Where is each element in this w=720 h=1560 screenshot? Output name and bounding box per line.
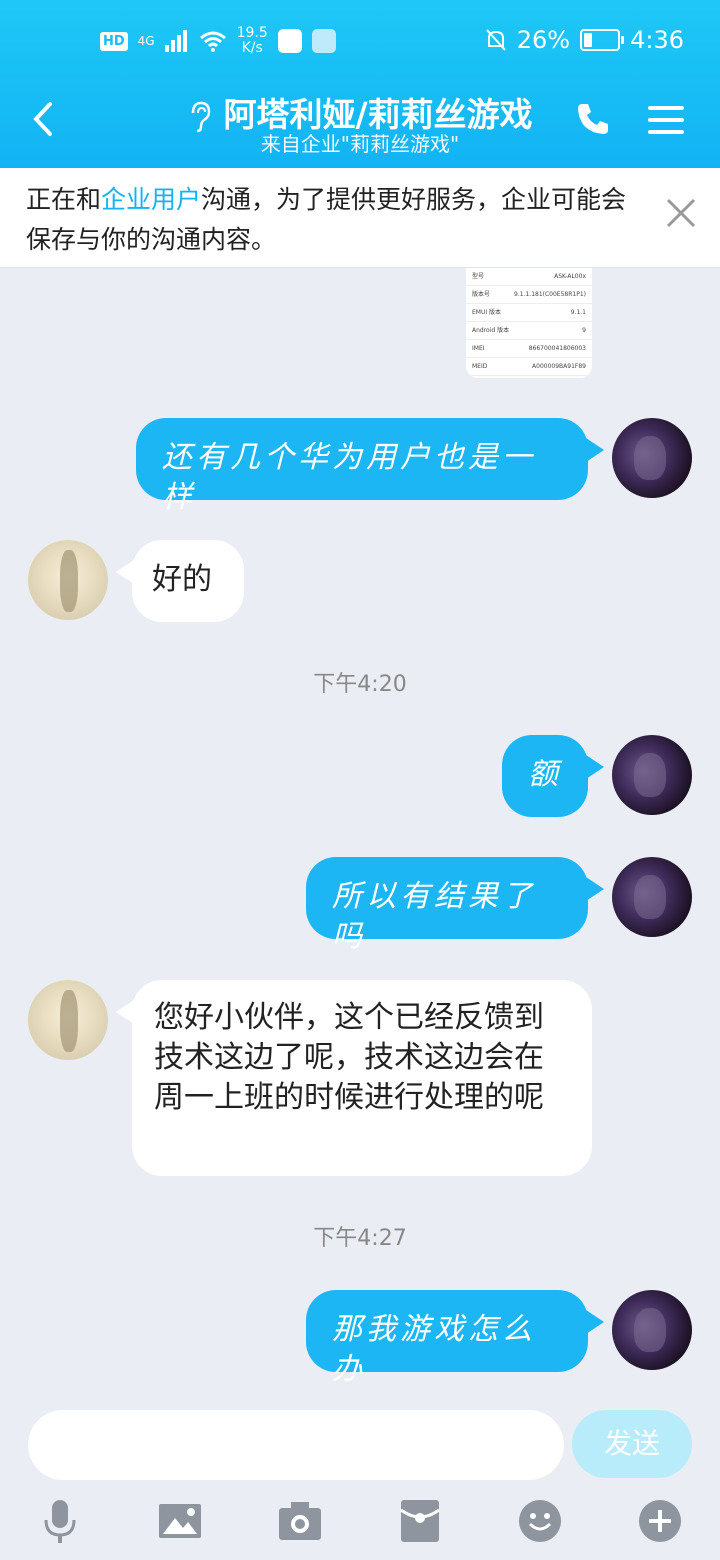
speed-value: 19.5 (236, 25, 268, 41)
enterprise-notice: 正在和企业用户沟通，为了提供更好服务，企业可能会保存与你的沟通内容。 (0, 168, 720, 268)
preview-row: MEID A000009BA91F89 (466, 358, 592, 376)
preview-value: 866700041806003 (528, 345, 586, 352)
preview-key: EMUI 版本 (472, 309, 502, 316)
my-avatar[interactable] (612, 857, 692, 937)
hd-badge: HD (100, 31, 128, 51)
bubble-tail (586, 877, 604, 901)
mute-bell-icon (486, 29, 506, 51)
chat-subtitle: 来自企业"莉莉丝游戏" (260, 132, 460, 156)
bubble-tail (586, 1310, 604, 1334)
battery-percent: 26% (516, 26, 571, 54)
preview-key: 型号 (472, 273, 485, 280)
microphone-icon[interactable] (37, 1498, 83, 1544)
emoji-icon[interactable] (517, 1498, 563, 1544)
red-packet-icon[interactable] (397, 1498, 443, 1544)
preview-row: IMEI 866700041806003 (466, 340, 592, 358)
image-icon[interactable] (157, 1498, 203, 1544)
my-avatar[interactable] (612, 735, 692, 815)
send-button[interactable]: 发送 (572, 1410, 692, 1478)
message-text: 那我游戏怎么办 (332, 1312, 536, 1387)
wifi-icon (199, 31, 226, 52)
message-input[interactable] (28, 1410, 564, 1480)
preview-value: ASK-AL00x (554, 273, 586, 280)
message-bubble-received[interactable]: 好的 (132, 540, 244, 622)
plus-icon[interactable] (637, 1498, 683, 1544)
camera-icon[interactable] (277, 1498, 323, 1544)
message-bubble-sent[interactable]: 所以有结果了吗 (306, 857, 588, 954)
preview-value: 9.1.1 (570, 309, 586, 316)
preview-value: A000009BA91F89 (532, 363, 586, 370)
notification-app-icon (277, 29, 302, 53)
bubble-tail (586, 755, 604, 779)
message-bubble-received[interactable]: 您好小伙伴，这个已经反馈到技术这边了呢，技术这边会在周一上班的时候进行处理的呢 (132, 980, 592, 1176)
message-bubble-sent[interactable]: 额 (502, 735, 588, 817)
preview-value: 9.1.1.181(C00E58R1P1) (514, 291, 586, 298)
message-text: 还有几个华为用户也是一样 (162, 440, 536, 515)
battery-icon (580, 29, 625, 51)
chat-header: HD 4G 19.5 K/s 26% 4:36 阿塔利娅/莉莉丝游戏 来自企业"… (0, 0, 720, 168)
status-bar: HD 4G 19.5 K/s 26% 4:36 (0, 0, 720, 84)
close-icon[interactable] (662, 194, 700, 232)
bubble-tail (586, 438, 604, 462)
network-type: 4G (137, 34, 155, 48)
clock: 4:36 (630, 26, 684, 54)
contact-avatar[interactable] (28, 540, 108, 620)
message-text: 好的 (152, 562, 212, 597)
preview-value: 9 (582, 327, 586, 334)
preview-key: MEID (472, 363, 488, 370)
message-bubble-sent[interactable]: 还有几个华为用户也是一样 (136, 418, 588, 515)
title-bar: 阿塔利娅/莉莉丝游戏 来自企业"莉莉丝游戏" (0, 84, 720, 168)
timestamp: 下午4:20 (313, 672, 407, 697)
my-avatar[interactable] (612, 1290, 692, 1370)
speed-unit: K/s (241, 40, 263, 56)
preview-row: EMUI 版本 9.1.1 (466, 304, 592, 322)
notification-app-icon (311, 29, 336, 53)
signal-icon (164, 30, 187, 52)
message-text: 您好小伙伴，这个已经反馈到技术这边了呢，技术这边会在周一上班的时候进行处理的呢 (154, 1000, 544, 1115)
preview-row: Android 版本 9 (466, 322, 592, 340)
image-message[interactable]: 型号 ASK-AL00x 版本号 9.1.1.181(C00E58R1P1) EMUI … (466, 268, 592, 378)
phone-icon[interactable] (574, 100, 612, 138)
message-text: 额 (528, 757, 562, 792)
preview-row: 版本号 9.1.1.181(C00E58R1P1) (466, 286, 592, 304)
preview-key: Android 版本 (472, 327, 510, 334)
contact-avatar[interactable] (28, 980, 108, 1060)
timestamp: 下午4:27 (313, 1226, 407, 1251)
network-speed: 19.5 K/s (237, 26, 268, 56)
preview-key: IMEI (472, 345, 485, 352)
preview-row: 型号 ASK-AL00x (466, 268, 592, 286)
notice-prefix: 正在和 (26, 185, 102, 214)
notice-text: 正在和企业用户沟通，为了提供更好服务，企业可能会保存与你的沟通内容。 (26, 180, 646, 260)
menu-icon[interactable] (646, 100, 686, 140)
notice-highlight[interactable]: 企业用户 (101, 185, 201, 214)
preview-key: 版本号 (472, 291, 491, 298)
screenshot-rows: 型号 ASK-AL00x 版本号 9.1.1.181(C00E58R1P1) EMUI … (466, 268, 592, 376)
my-avatar[interactable] (612, 418, 692, 498)
message-bubble-sent[interactable]: 那我游戏怎么办 (306, 1290, 588, 1387)
chat-toolbar (0, 1490, 720, 1560)
message-text: 所以有结果了吗 (332, 879, 536, 954)
